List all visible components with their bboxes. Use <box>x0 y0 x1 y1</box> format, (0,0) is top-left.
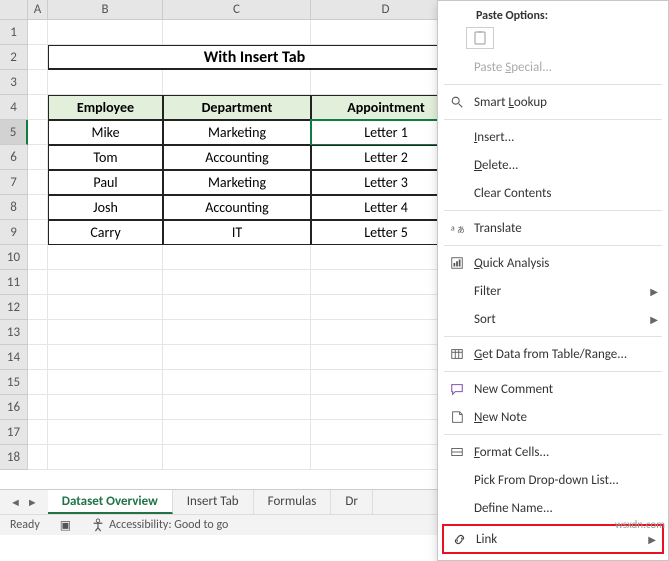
table-cell[interactable]: Josh <box>48 195 163 220</box>
chevron-right-icon: ▶ <box>650 285 658 298</box>
cm-format-cells[interactable]: Format Cells... <box>438 438 668 466</box>
chevron-right-icon: ▶ <box>648 533 656 546</box>
context-menu: Paste Options: Paste Special... Smart Lo… <box>437 0 669 561</box>
cm-new-comment[interactable]: New Comment <box>438 375 668 403</box>
col-head-b[interactable]: B <box>48 0 163 19</box>
row-head[interactable]: 4 <box>0 95 28 120</box>
row-head[interactable]: 1 <box>0 20 28 45</box>
table-cell[interactable]: Accounting <box>163 145 311 170</box>
row-head[interactable]: 3 <box>0 70 28 95</box>
cm-filter[interactable]: Filter ▶ <box>438 277 668 305</box>
format-cells-icon <box>446 445 468 459</box>
table-cell[interactable]: Marketing <box>163 120 311 145</box>
row-head[interactable]: 18 <box>0 445 28 470</box>
row-head[interactable]: 2 <box>0 45 28 70</box>
table-cell[interactable]: Tom <box>48 145 163 170</box>
note-icon <box>446 410 468 424</box>
table-cell[interactable]: Accounting <box>163 195 311 220</box>
row-head[interactable]: 13 <box>0 320 28 345</box>
col-head-c[interactable]: C <box>163 0 311 19</box>
accessibility-icon <box>91 518 105 532</box>
translate-icon: aあ <box>446 221 468 235</box>
cm-sort[interactable]: Sort ▶ <box>438 305 668 333</box>
row-head[interactable]: 10 <box>0 245 28 270</box>
cm-smart-lookup[interactable]: Smart Lookup <box>438 88 668 116</box>
select-all-triangle[interactable] <box>0 0 28 19</box>
sheet-tab-dr[interactable]: Dr <box>331 490 373 514</box>
cm-paste-options-label: Paste Options: <box>438 5 668 25</box>
row-head[interactable]: 15 <box>0 370 28 395</box>
row-head[interactable]: 12 <box>0 295 28 320</box>
sheet-tab-insert-tab[interactable]: Insert Tab <box>173 490 254 514</box>
table-cell[interactable]: IT <box>163 220 311 245</box>
table-cell[interactable]: Mike <box>48 120 163 145</box>
row-head[interactable]: 17 <box>0 420 28 445</box>
row-head[interactable]: 9 <box>0 220 28 245</box>
row-head[interactable]: 16 <box>0 395 28 420</box>
table-header[interactable]: Department <box>163 95 311 120</box>
paste-clipboard-icon[interactable] <box>466 27 494 49</box>
svg-text:a: a <box>451 225 455 234</box>
cm-get-data[interactable]: Get Data from Table/Range... <box>438 340 668 368</box>
comment-icon <box>446 382 468 396</box>
table-header[interactable]: Employee <box>48 95 163 120</box>
cm-new-note[interactable]: New Note <box>438 403 668 431</box>
row-head[interactable]: 8 <box>0 195 28 220</box>
col-head-a[interactable]: A <box>28 0 48 19</box>
sheet-tab-dataset-overview[interactable]: Dataset Overview <box>48 490 173 514</box>
status-record-icon[interactable]: ▣ <box>60 518 71 533</box>
row-head[interactable]: 5 <box>0 120 28 145</box>
tab-nav-next-icon[interactable]: ► <box>27 496 38 509</box>
sheet-tab-formulas[interactable]: Formulas <box>254 490 332 514</box>
cm-delete[interactable]: Delete... <box>438 151 668 179</box>
link-icon <box>448 532 470 547</box>
row-head[interactable]: 6 <box>0 145 28 170</box>
accessibility-text: Accessibility: Good to go <box>109 518 228 532</box>
cm-insert[interactable]: Insert... <box>438 123 668 151</box>
table-cell[interactable]: Carry <box>48 220 163 245</box>
svg-text:あ: あ <box>457 225 464 235</box>
watermark: wsxdn.com <box>615 518 665 531</box>
row-head[interactable]: 14 <box>0 345 28 370</box>
tab-nav-prev-icon[interactable]: ◄ <box>10 496 21 509</box>
status-ready: Ready <box>10 518 40 532</box>
row-head[interactable]: 7 <box>0 170 28 195</box>
chevron-right-icon: ▶ <box>650 313 658 326</box>
table-cell[interactable]: Paul <box>48 170 163 195</box>
row-head[interactable]: 11 <box>0 270 28 295</box>
title-cell[interactable]: With Insert Tab <box>48 45 461 70</box>
search-icon <box>446 95 468 109</box>
cm-clear-contents[interactable]: Clear Contents <box>438 179 668 207</box>
cm-translate[interactable]: aあ Translate <box>438 214 668 242</box>
table-cell[interactable]: Marketing <box>163 170 311 195</box>
table-icon <box>446 347 468 361</box>
quick-analysis-icon <box>446 256 468 270</box>
cm-pick-from-list[interactable]: Pick From Drop-down List... <box>438 466 668 494</box>
cm-quick-analysis[interactable]: Quick Analysis <box>438 249 668 277</box>
cm-paste-special: Paste Special... <box>438 53 668 81</box>
row-headers: 1 2 3 4 5 6 7 8 9 10 11 12 13 14 15 16 1… <box>0 20 28 470</box>
